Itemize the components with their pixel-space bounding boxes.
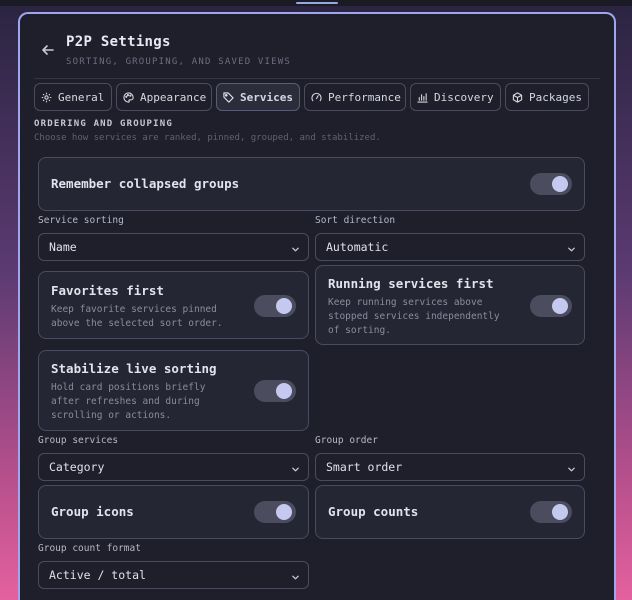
palette-icon [123, 91, 134, 103]
toggle-knob [276, 383, 292, 399]
group-icons-label: Group icons [51, 504, 134, 519]
favorites-first-card[interactable]: Favorites first Keep favorite services p… [38, 271, 309, 339]
tab-discovery-label: Discovery [434, 90, 494, 104]
tab-services[interactable]: Services [216, 83, 300, 111]
running-first-label: Running services first [328, 276, 494, 291]
header-divider [34, 78, 600, 79]
stabilize-sorting-label: Stabilize live sorting [51, 361, 217, 376]
group-counts-card[interactable]: Group counts [315, 485, 585, 539]
remember-collapsed-card[interactable]: Remember collapsed groups [38, 157, 585, 211]
chevron-down-icon [291, 243, 300, 252]
favorites-first-label: Favorites first [51, 283, 164, 298]
group-order-value: Smart order [326, 460, 403, 474]
group-count-format-select[interactable]: Active / total [38, 561, 309, 589]
toggle-knob [276, 504, 292, 520]
toggle-knob [552, 298, 568, 314]
package-icon [512, 91, 523, 103]
gear-icon [41, 92, 52, 102]
section-description: Choose how services are ranked, pinned, … [34, 133, 381, 143]
remember-collapsed-toggle[interactable] [530, 173, 572, 195]
stabilize-sorting-card[interactable]: Stabilize live sorting Hold card positio… [38, 350, 309, 431]
toggle-knob [552, 176, 568, 192]
toggle-knob [552, 504, 568, 520]
radar-icon [417, 92, 428, 103]
tab-appearance[interactable]: Appearance [116, 83, 212, 111]
running-first-card[interactable]: Running services first Keep running serv… [315, 265, 585, 345]
tab-appearance-label: Appearance [140, 90, 207, 104]
stabilize-sorting-toggle[interactable] [254, 380, 296, 402]
header: P2P Settings SORTING, GROUPING, AND SAVE… [20, 14, 614, 78]
service-sorting-label: Service sorting [38, 215, 124, 226]
service-sorting-select[interactable]: Name [38, 233, 309, 261]
sort-direction-select[interactable]: Automatic [315, 233, 585, 261]
tab-packages[interactable]: Packages [505, 83, 589, 111]
chevron-down-icon [291, 571, 300, 580]
tab-discovery[interactable]: Discovery [410, 83, 501, 111]
running-first-toggle[interactable] [530, 295, 572, 317]
chevron-down-icon [291, 463, 300, 472]
gauge-icon [311, 92, 322, 101]
chevron-down-icon [567, 463, 576, 472]
tab-performance-label: Performance [328, 90, 401, 104]
remember-collapsed-label: Remember collapsed groups [51, 176, 240, 191]
group-counts-label: Group counts [328, 504, 419, 519]
stabilize-sorting-description: Hold card positions briefly after refres… [51, 382, 206, 421]
group-icons-card[interactable]: Group icons [38, 485, 309, 539]
group-services-value: Category [49, 460, 105, 474]
chevron-down-icon [567, 243, 576, 252]
favorites-first-toggle[interactable] [254, 295, 296, 317]
tab-packages-label: Packages [529, 90, 582, 104]
tag-icon [223, 91, 234, 103]
page-title: P2P Settings [66, 34, 171, 50]
section-title: ORDERING AND GROUPING [34, 119, 173, 129]
favorites-first-description: Keep favorite services pinned above the … [51, 304, 223, 329]
service-sorting-value: Name [49, 240, 77, 254]
sort-direction-label: Sort direction [315, 215, 396, 226]
tab-services-label: Services [240, 90, 293, 104]
settings-window: P2P Settings SORTING, GROUPING, AND SAVE… [18, 12, 616, 600]
running-first-description: Keep running services above stopped serv… [328, 297, 500, 336]
group-services-label: Group services [38, 435, 119, 446]
group-count-format-value: Active / total [49, 568, 146, 582]
group-services-select[interactable]: Category [38, 453, 309, 481]
tab-performance[interactable]: Performance [304, 83, 406, 111]
group-counts-toggle[interactable] [530, 501, 572, 523]
group-order-select[interactable]: Smart order [315, 453, 585, 481]
group-order-label: Group order [315, 435, 378, 446]
tab-general-label: General [58, 90, 105, 104]
tab-general[interactable]: General [34, 83, 112, 111]
toggle-knob [276, 298, 292, 314]
sort-direction-value: Automatic [326, 240, 389, 254]
back-arrow-icon[interactable] [40, 42, 56, 58]
top-bar-indicator [296, 2, 338, 4]
group-count-format-label: Group count format [38, 543, 141, 554]
page-subtitle: SORTING, GROUPING, AND SAVED VIEWS [66, 57, 292, 67]
group-icons-toggle[interactable] [254, 501, 296, 523]
